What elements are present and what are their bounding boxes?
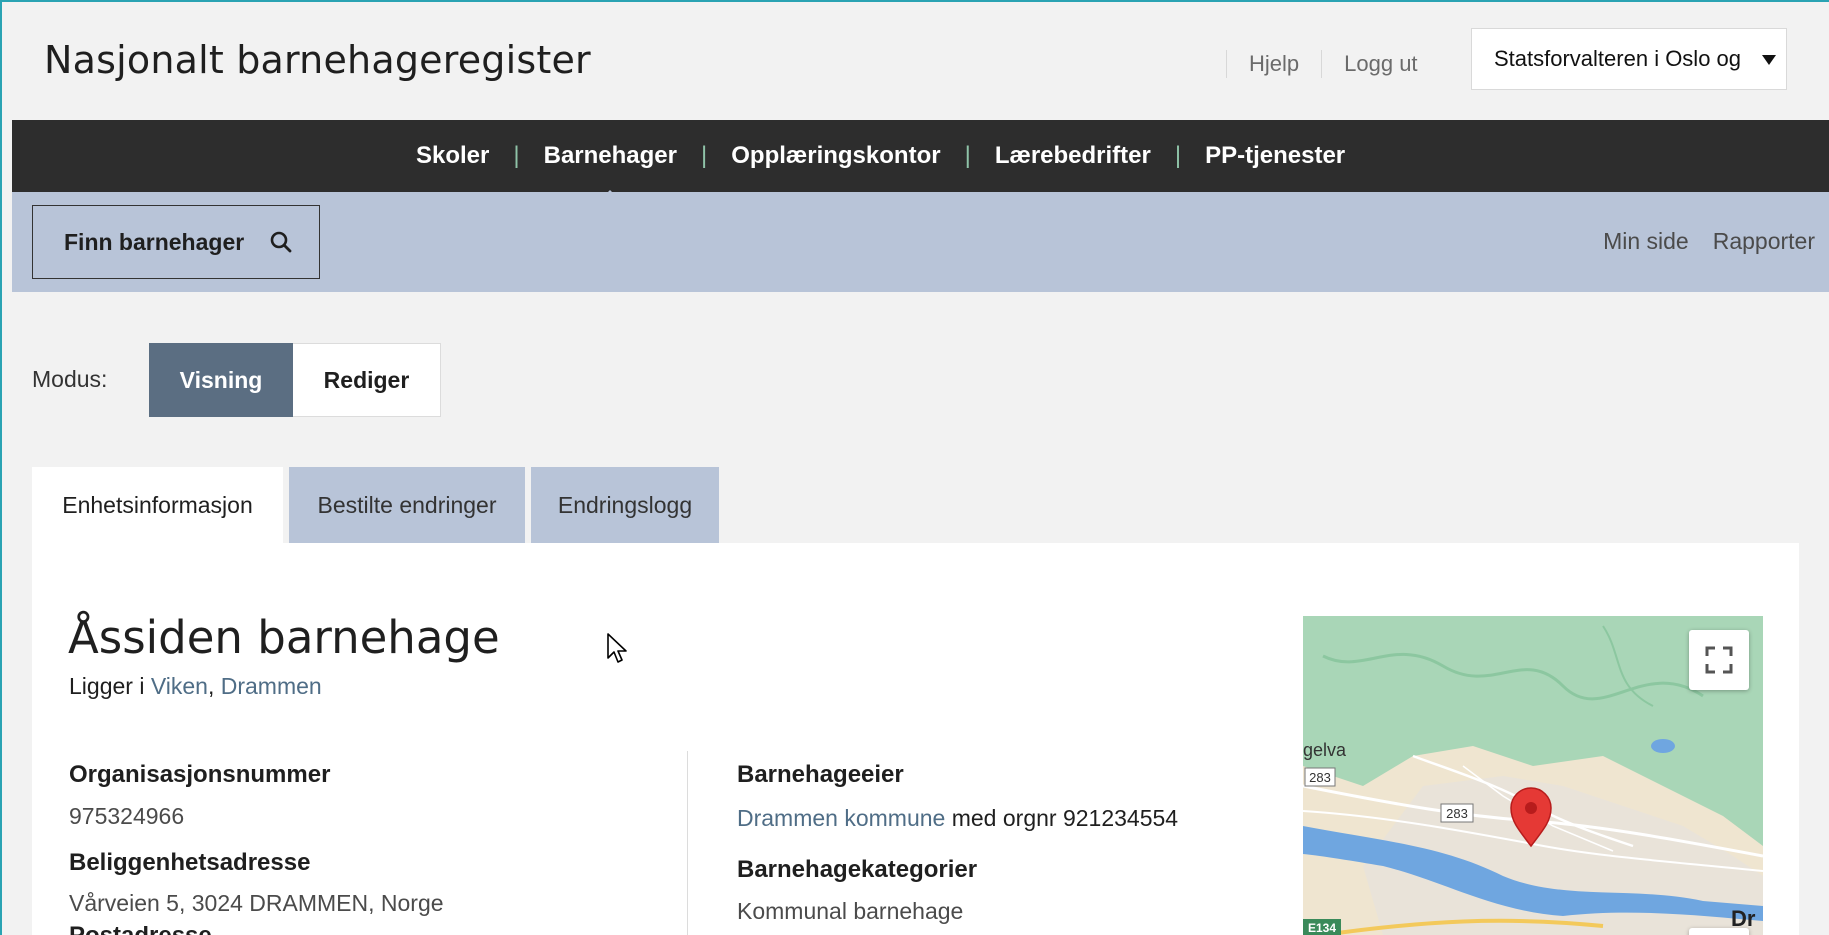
find-kindergartens-button[interactable]: Finn barnehager [32, 205, 320, 279]
mouse-cursor-icon [607, 633, 627, 663]
county-link[interactable]: Viken [151, 673, 208, 699]
help-link[interactable]: Hjelp [1226, 50, 1321, 78]
column-divider [687, 751, 688, 935]
organization-select[interactable]: Statsforvalteren i Oslo og [1471, 28, 1787, 90]
location-separator: , [207, 673, 215, 699]
mode-view-button[interactable]: Visning [149, 343, 293, 417]
org-number-label: Organisasjonsnummer [69, 761, 331, 788]
main-nav: Skoler | Barnehager | Opplæringskontor |… [12, 120, 1829, 204]
located-prefix: Ligger i [69, 673, 145, 699]
site-title[interactable]: Nasjonalt barnehageregister [44, 38, 591, 82]
address-label: Beliggenhetsadresse [69, 849, 311, 876]
unit-title: Åssiden barnehage [68, 611, 500, 664]
owner-value: Drammen kommune med orgnr 921234554 [737, 805, 1178, 832]
reports-link[interactable]: Rapporter [1713, 228, 1815, 255]
address-value: Vårveien 5, 3024 DRAMMEN, Norge [69, 890, 444, 916]
map-label-river: gelva [1303, 740, 1347, 760]
postal-address-label: Postadresse [69, 926, 212, 935]
map-zoom-button[interactable] [1689, 928, 1749, 935]
map-label-road-283-b: 283 [1446, 806, 1468, 821]
owner-label: Barnehageeier [737, 761, 904, 788]
nav-separator: | [701, 142, 708, 169]
category-label: Barnehagekategorier [737, 856, 978, 883]
caret-down-icon [1762, 55, 1776, 65]
org-number-value: 975324966 [69, 803, 185, 829]
owner-orgnr: med orgnr 921234554 [951, 805, 1179, 831]
mode-toggle: Visning Rediger [149, 343, 441, 417]
organization-select-value: Statsforvalteren i Oslo og [1494, 46, 1742, 71]
mode-edit-button[interactable]: Rediger [293, 343, 441, 417]
my-page-link[interactable]: Min side [1603, 228, 1689, 255]
nav-item-pp-tjenester[interactable]: PP-tjenester [1203, 142, 1347, 170]
map-label-road-e134: E134 [1308, 921, 1336, 935]
tab-bar: Enhetsinformasjon Bestilte endringer End… [32, 467, 719, 543]
sub-bar-links: Min side Rapporter [1579, 228, 1815, 255]
tab-bestilte-endringer[interactable]: Bestilte endringer [289, 467, 525, 543]
find-kindergartens-label: Finn barnehager [64, 228, 245, 255]
located-in: Ligger i Viken, Drammen [69, 673, 322, 700]
nav-separator: | [513, 142, 520, 169]
nav-separator: | [1174, 142, 1182, 169]
nav-item-skoler[interactable]: Skoler [414, 142, 491, 170]
nav-item-barnehager[interactable]: Barnehager [542, 142, 679, 204]
municipality-link[interactable]: Drammen [221, 673, 322, 699]
search-icon [270, 231, 292, 253]
nav-item-laerebedrifter[interactable]: Lærebedrifter [993, 142, 1153, 170]
map-label-road-283-a: 283 [1309, 770, 1331, 785]
logout-link[interactable]: Logg ut [1321, 50, 1439, 78]
tab-enhetsinformasjon[interactable]: Enhetsinformasjon [32, 467, 283, 543]
main-nav-items: Skoler | Barnehager | Opplæringskontor |… [414, 120, 1347, 204]
unit-info-panel: Åssiden barnehage Ligger i Viken, Dramme… [32, 543, 1799, 935]
tab-endringslogg[interactable]: Endringslogg [531, 467, 719, 543]
sub-bar: Finn barnehager Min side Rapporter [12, 192, 1829, 292]
header-links: Hjelp Logg ut [1226, 50, 1440, 78]
fullscreen-icon [1705, 646, 1733, 674]
nav-item-opplaeringskontor[interactable]: Opplæringskontor [729, 142, 942, 170]
location-map[interactable]: gelva 283 283 E134 Dr [1303, 616, 1763, 935]
category-value: Kommunal barnehage [737, 898, 964, 924]
owner-link[interactable]: Drammen kommune [737, 805, 945, 831]
mode-label: Modus: [32, 366, 108, 392]
map-fullscreen-button[interactable] [1689, 630, 1749, 690]
nav-separator: | [964, 142, 971, 169]
